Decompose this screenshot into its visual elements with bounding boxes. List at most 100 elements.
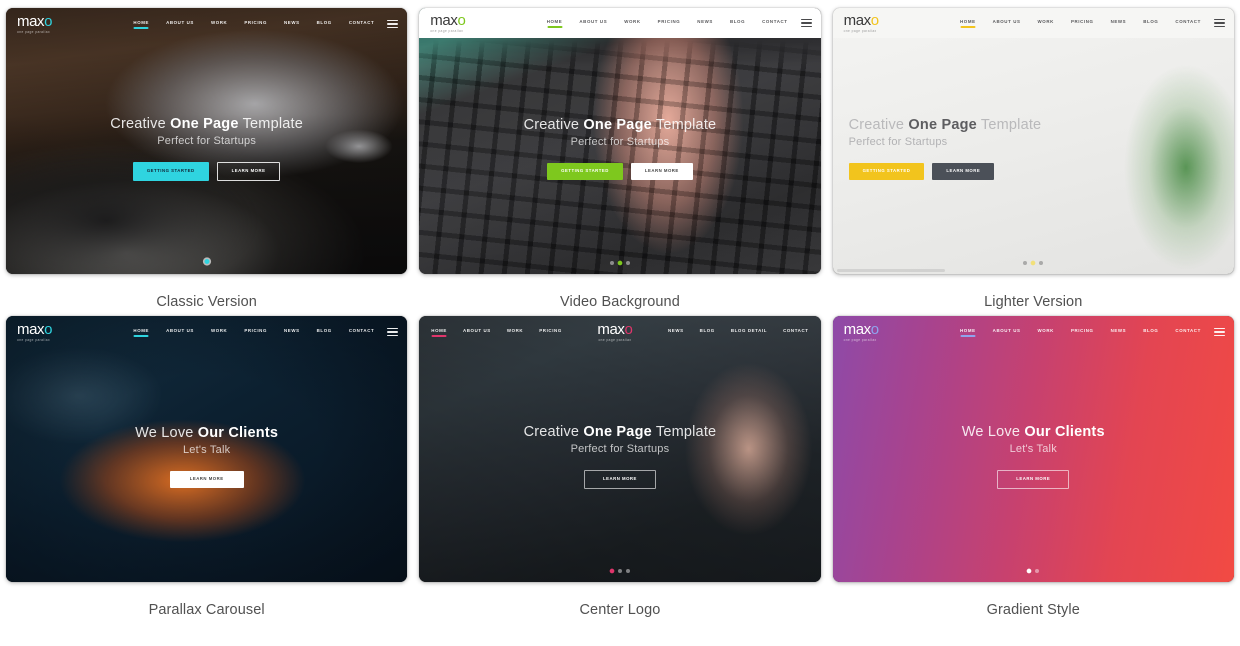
getting-started-button[interactable]: GETTING STARTED xyxy=(132,162,209,181)
carousel-dot[interactable] xyxy=(617,569,622,573)
nav-link-work[interactable]: WORK xyxy=(211,20,227,29)
template-card-lighter-version[interactable]: maxo one page parallax HOME ABOUT US WOR… xyxy=(832,8,1234,274)
logo-wordmark: maxo xyxy=(843,320,879,338)
nav-link-blog[interactable]: BLOG xyxy=(317,20,332,29)
nav-link-news[interactable]: NEWS xyxy=(668,328,684,337)
nav-link-work[interactable]: WORK xyxy=(624,19,640,28)
nav-link-blog-detail[interactable]: BLOG DETAIL xyxy=(731,328,767,337)
nav-link-news[interactable]: NEWS xyxy=(284,328,300,337)
carousel-dot-active[interactable] xyxy=(1026,568,1032,574)
carousel-dot-active[interactable] xyxy=(617,260,623,266)
nav-active-underline xyxy=(133,334,149,337)
nav-link-home[interactable]: HOME xyxy=(547,19,563,28)
learn-more-button[interactable]: LEARN MORE xyxy=(169,471,244,488)
nav-link-news[interactable]: NEWS xyxy=(1111,19,1127,28)
nav-link-blog[interactable]: BLOG xyxy=(1143,19,1158,28)
nav-link-pricing[interactable]: PRICING xyxy=(1071,328,1094,337)
carousel-dot[interactable] xyxy=(1023,261,1028,265)
nav-link-blog[interactable]: BLOG xyxy=(700,328,715,337)
nav-link-blog[interactable]: BLOG xyxy=(730,19,745,28)
logo[interactable]: maxo one page parallax xyxy=(844,13,879,33)
nav-link-blog[interactable]: BLOG xyxy=(317,328,332,337)
nav-link-pricing[interactable]: PRICING xyxy=(658,19,681,28)
logo-tagline: one page parallax xyxy=(430,28,464,33)
hero-section: Creative One Page Template Perfect for S… xyxy=(833,40,1234,274)
carousel-dot[interactable] xyxy=(625,261,630,265)
hamburger-menu-icon[interactable] xyxy=(387,327,399,337)
carousel-dots[interactable] xyxy=(1023,260,1044,266)
learn-more-button[interactable]: LEARN MORE xyxy=(216,162,281,181)
learn-more-button[interactable]: LEARN MORE xyxy=(630,163,693,180)
carousel-dot[interactable] xyxy=(609,261,614,265)
nav-link-pricing[interactable]: PRICING xyxy=(244,20,267,29)
nav-link-home[interactable]: HOME xyxy=(431,328,447,337)
nav-links: HOME ABOUT US WORK PRICING NEWS BLOG CON… xyxy=(879,328,1201,337)
hero-button-row: GETTING STARTED LEARN MORE xyxy=(547,163,693,180)
nav-link-about-us[interactable]: ABOUT US xyxy=(579,19,607,28)
nav-link-contact[interactable]: CONTACT xyxy=(349,20,374,29)
hamburger-menu-icon[interactable] xyxy=(1213,327,1225,337)
nav-link-work[interactable]: WORK xyxy=(507,328,523,337)
nav-link-home[interactable]: HOME xyxy=(960,19,976,28)
carousel-indicator[interactable] xyxy=(204,259,210,264)
nav-link-home[interactable]: HOME xyxy=(133,328,149,337)
carousel-dot[interactable] xyxy=(625,569,630,573)
logo[interactable]: maxo one page parallax xyxy=(430,13,465,33)
template-card-classic-version[interactable]: maxo one page parallax HOME ABOUT US WOR… xyxy=(6,8,408,274)
learn-more-button[interactable]: LEARN MORE xyxy=(997,470,1070,489)
nav-link-about-us[interactable]: ABOUT US xyxy=(166,20,194,29)
nav-link-work[interactable]: WORK xyxy=(1038,328,1054,337)
nav-links-left: HOME ABOUT US WORK PRICING xyxy=(431,328,562,337)
nav-link-about-us[interactable]: ABOUT US xyxy=(993,328,1021,337)
nav-link-contact[interactable]: CONTACT xyxy=(349,328,374,337)
template-card-parallax-carousel[interactable]: maxo one page parallax HOME ABOUT US WOR… xyxy=(6,316,408,582)
nav-link-home[interactable]: HOME xyxy=(960,328,976,337)
nav-active-underline xyxy=(133,26,149,29)
logo-tagline: one page parallax xyxy=(17,337,50,342)
template-card-center-logo[interactable]: HOME ABOUT US WORK PRICING maxo one page… xyxy=(419,316,821,582)
nav-link-contact[interactable]: CONTACT xyxy=(783,328,808,337)
hamburger-menu-icon[interactable] xyxy=(800,18,812,28)
nav-link-home[interactable]: HOME xyxy=(133,20,149,29)
nav-link-news[interactable]: NEWS xyxy=(284,20,300,29)
gallery-cell-classic-version: maxo one page parallax HOME ABOUT US WOR… xyxy=(0,8,413,310)
nav-link-pricing[interactable]: PRICING xyxy=(1071,19,1094,28)
learn-more-button[interactable]: LEARN MORE xyxy=(584,470,656,489)
hamburger-menu-icon[interactable] xyxy=(1213,18,1225,28)
nav-link-work[interactable]: WORK xyxy=(1038,19,1054,28)
nav-active-underline xyxy=(960,25,976,28)
nav-link-pricing[interactable]: PRICING xyxy=(539,328,562,337)
template-card-video-background[interactable]: maxo one page parallax HOME ABOUT US WOR… xyxy=(419,8,821,274)
nav-link-about-us[interactable]: ABOUT US xyxy=(993,19,1021,28)
carousel-dots[interactable] xyxy=(1026,568,1040,574)
hero-button-row: LEARN MORE xyxy=(997,470,1070,489)
nav-link-work[interactable]: WORK xyxy=(211,328,227,337)
carousel-dots[interactable] xyxy=(609,260,630,266)
carousel-dot[interactable] xyxy=(1039,261,1044,265)
logo[interactable]: maxo one page parallax xyxy=(17,14,52,34)
logo[interactable]: maxo one page parallax xyxy=(17,322,52,342)
getting-started-button[interactable]: GETTING STARTED xyxy=(848,163,925,180)
hero-title: Creative One Page Template xyxy=(848,117,1042,134)
nav-link-about-us[interactable]: ABOUT US xyxy=(166,328,194,337)
logo[interactable]: maxo one page parallax xyxy=(844,322,879,342)
nav-link-news[interactable]: NEWS xyxy=(1111,328,1127,337)
nav-link-contact[interactable]: CONTACT xyxy=(1175,19,1200,28)
carousel-dot[interactable] xyxy=(1035,569,1040,573)
nav-link-pricing[interactable]: PRICING xyxy=(244,328,267,337)
nav-link-blog[interactable]: BLOG xyxy=(1143,328,1158,337)
nav-active-underline xyxy=(547,25,563,28)
carousel-dots[interactable] xyxy=(609,568,630,574)
hamburger-menu-icon[interactable] xyxy=(387,19,399,29)
preview-navbar: maxo one page parallax HOME ABOUT US WOR… xyxy=(6,8,407,40)
nav-link-contact[interactable]: CONTACT xyxy=(1175,328,1200,337)
carousel-dot-active[interactable] xyxy=(1030,260,1036,266)
template-card-gradient-style[interactable]: maxo one page parallax HOME ABOUT US WOR… xyxy=(832,316,1234,582)
logo[interactable]: maxo one page parallax xyxy=(597,322,632,342)
nav-link-contact[interactable]: CONTACT xyxy=(762,19,787,28)
carousel-dot-active[interactable] xyxy=(609,568,615,574)
getting-started-button[interactable]: GETTING STARTED xyxy=(547,163,623,180)
nav-link-news[interactable]: NEWS xyxy=(697,19,713,28)
learn-more-button[interactable]: LEARN MORE xyxy=(932,163,995,180)
nav-link-about-us[interactable]: ABOUT US xyxy=(463,328,491,337)
